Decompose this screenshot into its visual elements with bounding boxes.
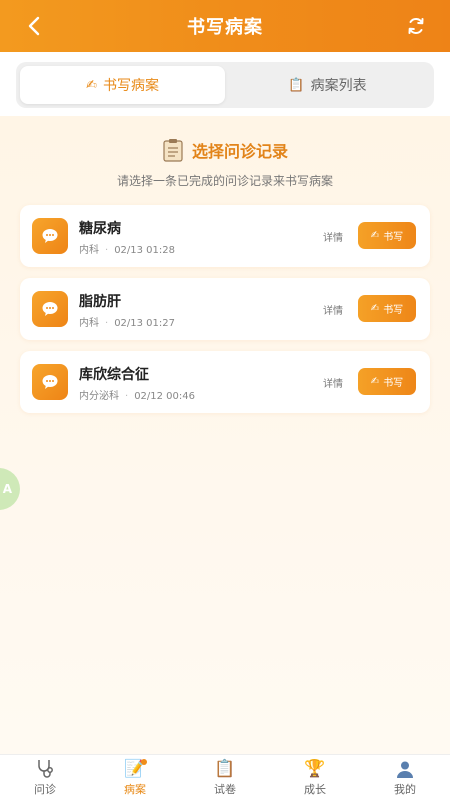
record-card[interactable]: 库欣综合征 内分泌科 · 02/12 00:46 详情 ✍ 书写 bbox=[20, 351, 430, 413]
clipboard-icon: 📋 bbox=[214, 759, 236, 779]
user-icon bbox=[395, 758, 415, 780]
detail-link[interactable]: 详情 bbox=[323, 229, 343, 244]
write-label: 书写 bbox=[383, 378, 404, 389]
nav-item-exam[interactable]: 📋 试卷 bbox=[180, 755, 270, 800]
record-meta: 内科 · 02/13 01:27 bbox=[79, 318, 176, 329]
record-card[interactable]: 脂肪肝 内科 · 02/13 01:27 详情 ✍ 书写 bbox=[20, 278, 430, 340]
write-button[interactable]: ✍ 书写 bbox=[358, 222, 416, 249]
tab-label: 病案列表 bbox=[310, 78, 367, 94]
pencil-icon: ✍ bbox=[370, 303, 380, 314]
record-name: 脂肪肝 bbox=[79, 294, 121, 310]
chat-bubble-icon bbox=[32, 364, 68, 400]
segmented-tabs: ✍ 书写病案 📋 病案列表 bbox=[16, 62, 434, 108]
clipboard-icon bbox=[163, 139, 183, 162]
page-title: 书写病案 bbox=[187, 17, 263, 38]
write-label: 书写 bbox=[383, 232, 404, 243]
chat-bubble-icon bbox=[32, 291, 68, 327]
nav-label: 我的 bbox=[394, 783, 416, 796]
detail-link[interactable]: 详情 bbox=[323, 302, 343, 317]
nav-item-profile[interactable]: 我的 bbox=[360, 755, 450, 800]
record-meta: 内科 · 02/13 01:28 bbox=[79, 245, 176, 256]
write-button[interactable]: ✍ 书写 bbox=[358, 295, 416, 322]
chat-bubble-icon bbox=[32, 218, 68, 254]
bottom-nav: 问诊 📝 病案 📋 试卷 🏆 成长 我的 bbox=[0, 754, 450, 800]
record-name: 糖尿病 bbox=[79, 221, 121, 237]
record-dept: 内科 bbox=[79, 318, 99, 329]
tab-record-list[interactable]: 📋 病案列表 bbox=[225, 66, 430, 104]
app-header: 书写病案 bbox=[0, 0, 450, 52]
nav-item-consult[interactable]: 问诊 bbox=[0, 755, 90, 800]
tab-write-record[interactable]: ✍ 书写病案 bbox=[20, 66, 225, 104]
chevron-left-icon bbox=[28, 16, 40, 36]
nav-label: 成长 bbox=[304, 783, 326, 796]
tab-bar: ✍ 书写病案 📋 病案列表 bbox=[0, 52, 450, 116]
trophy-icon: 🏆 bbox=[304, 759, 326, 779]
translate-icon: A bbox=[2, 482, 12, 496]
tab-label: 书写病案 bbox=[102, 78, 159, 94]
clipboard-icon: 📋 bbox=[288, 77, 305, 93]
section-subtitle: 请选择一条已完成的问诊记录来书写病案 bbox=[116, 174, 333, 188]
main-content: 选择问诊记录 请选择一条已完成的问诊记录来书写病案 糖尿病 内科 · 02/13 0… bbox=[0, 116, 450, 754]
stethoscope-icon bbox=[34, 758, 56, 780]
record-card[interactable]: 糖尿病 内科 · 02/13 01:28 详情 ✍ 书写 bbox=[20, 205, 430, 267]
record-time: 02/13 01:28 bbox=[114, 245, 176, 256]
nav-item-records[interactable]: 📝 病案 bbox=[90, 755, 180, 800]
record-dept: 内分泌科 bbox=[79, 391, 119, 402]
record-time: 02/12 00:46 bbox=[134, 391, 196, 402]
record-name: 库欣综合征 bbox=[79, 367, 149, 383]
record-time: 02/13 01:27 bbox=[114, 318, 176, 329]
nav-label: 试卷 bbox=[214, 783, 236, 796]
back-button[interactable] bbox=[22, 14, 46, 38]
refresh-button[interactable] bbox=[404, 14, 428, 38]
nav-label: 病案 bbox=[124, 783, 146, 796]
write-label: 书写 bbox=[383, 305, 404, 316]
pencil-icon: ✍ bbox=[370, 376, 380, 387]
nav-item-growth[interactable]: 🏆 成长 bbox=[270, 755, 360, 800]
write-button[interactable]: ✍ 书写 bbox=[358, 368, 416, 395]
record-meta: 内分泌科 · 02/12 00:46 bbox=[79, 391, 196, 402]
notification-dot bbox=[141, 759, 147, 765]
refresh-icon bbox=[408, 17, 424, 35]
record-dept: 内科 bbox=[79, 245, 99, 256]
nav-label: 问诊 bbox=[34, 783, 56, 796]
pencil-icon: ✍ bbox=[370, 230, 380, 241]
detail-link[interactable]: 详情 bbox=[323, 375, 343, 390]
pencil-icon: ✍ bbox=[86, 77, 97, 93]
section-header: 选择问诊记录 bbox=[0, 138, 450, 162]
section-title: 选择问诊记录 bbox=[191, 142, 288, 161]
